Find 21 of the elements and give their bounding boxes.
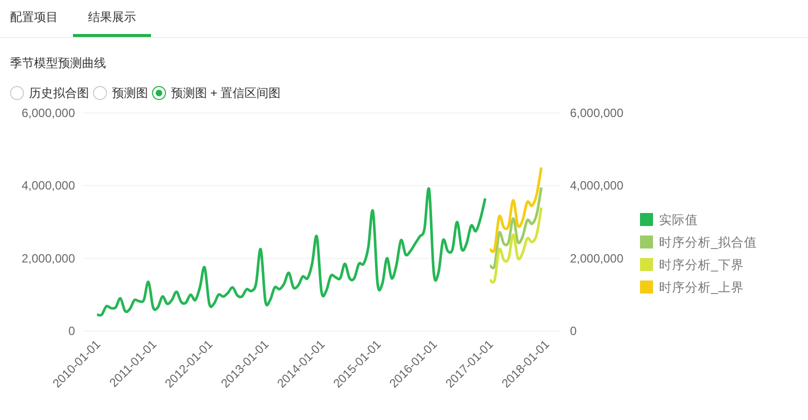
radio-option[interactable]: 预测图 + 置信区间图	[152, 84, 281, 102]
legend-label: 实际值	[659, 213, 698, 227]
radio-option[interactable]: 预测图	[93, 84, 148, 102]
axis-label: 4,000,000	[570, 178, 624, 193]
axis-label: 0	[570, 324, 577, 338]
axis-label: 0	[68, 324, 75, 338]
axis-label: 2,000,000	[570, 251, 624, 266]
axis-label: 2,000,000	[22, 251, 75, 266]
tab[interactable]: 配置项目	[0, 0, 73, 37]
section-title: 季节模型预测曲线	[10, 55, 107, 71]
tab[interactable]: 结果展示	[73, 0, 151, 37]
radio-icon[interactable]	[93, 86, 107, 100]
legend-label: 时序分析_下界	[659, 258, 744, 272]
legend-label: 时序分析_上界	[659, 280, 744, 294]
axis-label: 6,000,000	[570, 106, 624, 120]
axis-label: 4,000,000	[22, 178, 75, 193]
radio-icon[interactable]	[10, 86, 24, 100]
radio-option[interactable]: 历史拟合图	[10, 84, 89, 102]
axis-label: 6,000,000	[22, 106, 75, 120]
radio-icon[interactable]	[152, 86, 166, 100]
legend-label: 时序分析_拟合值	[659, 236, 757, 250]
